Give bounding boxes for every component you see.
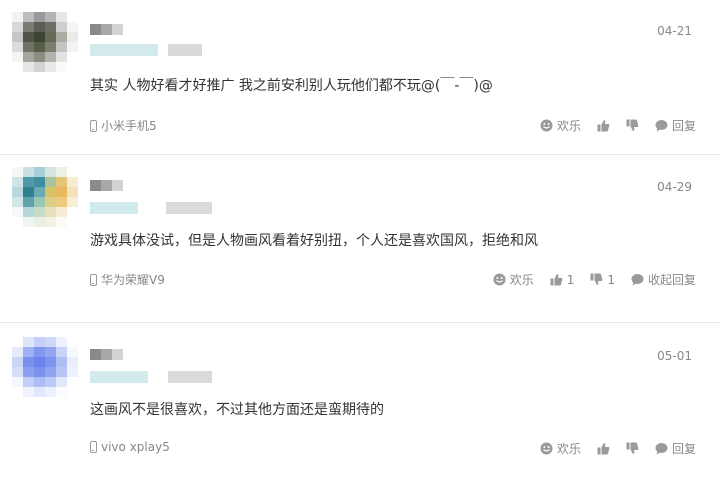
laugh-icon [493, 273, 506, 286]
collapse-reply-button[interactable]: 收起回复 [631, 271, 696, 288]
avatar[interactable] [12, 12, 78, 72]
thumbs-up-icon [550, 274, 563, 286]
speech-bubble-icon [631, 274, 644, 286]
laugh-label: 欢乐 [556, 442, 581, 456]
laugh-icon [540, 119, 553, 132]
thumbs-down-icon [626, 119, 639, 131]
comment-item: 05-01 这画风不是很喜欢，不过其他方面还是蛮期待的 vivo xplay5 … [0, 323, 720, 486]
avatar[interactable] [12, 167, 78, 227]
username-blurred[interactable] [90, 24, 123, 35]
like-button[interactable]: 1 [550, 272, 575, 287]
device-label: 华为荣耀V9 [90, 271, 165, 288]
reply-button[interactable]: 回复 [655, 440, 696, 457]
device-name: vivo xplay5 [101, 440, 170, 454]
speech-bubble-icon [655, 120, 668, 132]
username-blurred[interactable] [90, 349, 123, 360]
reply-label: 回复 [671, 442, 696, 456]
comment-date: 04-21 [657, 24, 692, 38]
laugh-label: 欢乐 [556, 119, 581, 133]
comment-text: 其实 人物好看才好推广 我之前安利别人玩他们都不玩@(￣-￣)@ [90, 78, 493, 94]
phone-icon [90, 273, 97, 286]
like-button[interactable] [597, 442, 610, 455]
device-name: 华为荣耀V9 [101, 273, 165, 287]
comment-item: 04-29 游戏具体没试，但是人物画风看着好别扭，个人还是喜欢国风，拒绝和风 华… [0, 155, 720, 323]
comment-date: 05-01 [657, 349, 692, 363]
like-count: 1 [566, 272, 575, 287]
laugh-button[interactable]: 欢乐 [540, 440, 581, 457]
comment-date: 04-29 [657, 180, 692, 194]
like-button[interactable] [597, 119, 610, 132]
laugh-button[interactable]: 欢乐 [540, 117, 581, 134]
username-blurred[interactable] [90, 180, 123, 191]
user-meta-blurred [90, 202, 212, 214]
reply-button[interactable]: 回复 [655, 117, 696, 134]
device-label: vivo xplay5 [90, 440, 170, 454]
user-meta-blurred [90, 44, 202, 56]
comment-actions: 欢乐 回复 [524, 117, 696, 134]
avatar[interactable] [12, 337, 78, 397]
laugh-button[interactable]: 欢乐 [493, 271, 534, 288]
thumbs-up-icon [597, 120, 610, 132]
dislike-button[interactable] [626, 119, 639, 132]
device-label: 小米手机5 [90, 117, 157, 134]
thumbs-up-icon [597, 443, 610, 455]
dislike-button[interactable] [626, 442, 639, 455]
laugh-label: 欢乐 [509, 273, 534, 287]
laugh-icon [540, 442, 553, 455]
speech-bubble-icon [655, 443, 668, 455]
phone-icon [90, 441, 97, 453]
collapse-reply-label: 收起回复 [647, 273, 696, 287]
thumbs-down-icon [626, 442, 639, 454]
dislike-count: 1 [607, 272, 615, 287]
reply-label: 回复 [671, 119, 696, 133]
device-name: 小米手机5 [101, 119, 157, 133]
comment-item: 04-21 其实 人物好看才好推广 我之前安利别人玩他们都不玩@(￣-￣)@ 小… [0, 0, 720, 155]
thumbs-down-icon [590, 273, 603, 285]
comment-actions: 欢乐 1 1 收起回复 [477, 271, 696, 288]
comment-text: 游戏具体没试，但是人物画风看着好别扭，个人还是喜欢国风，拒绝和风 [90, 233, 538, 249]
comment-text: 这画风不是很喜欢，不过其他方面还是蛮期待的 [90, 402, 384, 418]
dislike-button[interactable]: 1 [590, 273, 615, 287]
phone-icon [90, 119, 97, 132]
user-meta-blurred [90, 371, 212, 383]
comment-actions: 欢乐 回复 [524, 440, 696, 457]
